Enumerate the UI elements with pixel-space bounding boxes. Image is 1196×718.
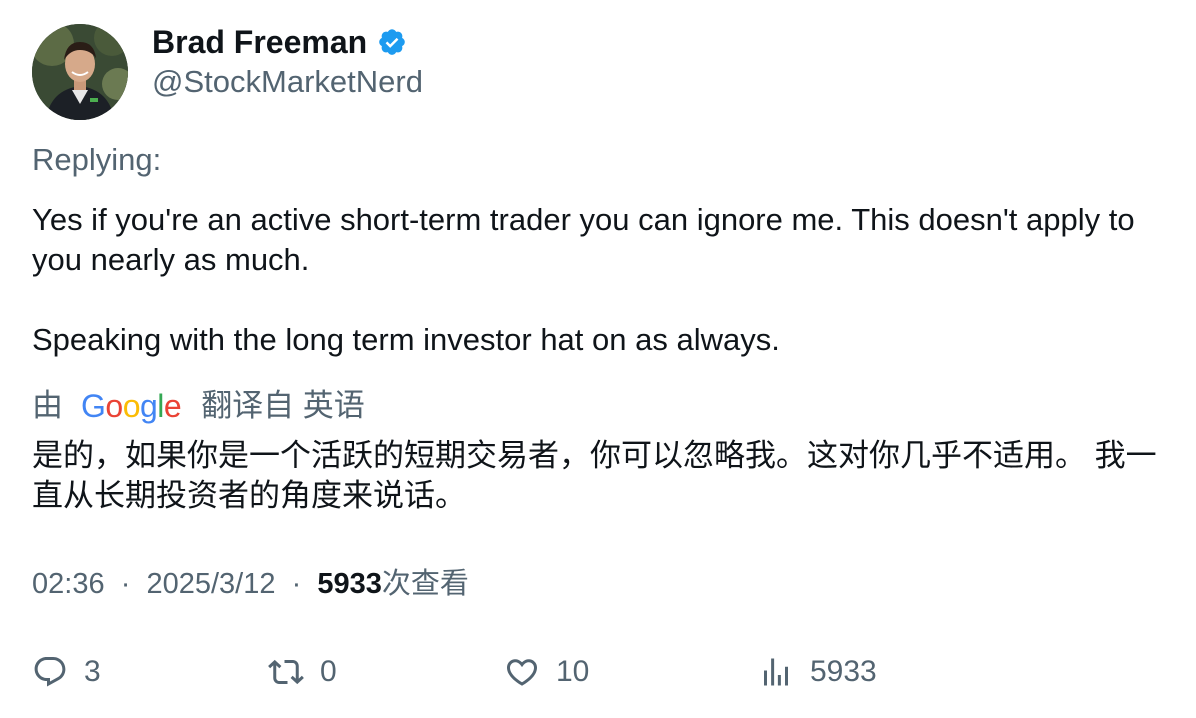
avatar-image: [32, 24, 128, 120]
replying-label: Replying:: [32, 142, 162, 177]
tweet-paragraph: Yes if you're an active short-term trade…: [32, 202, 1135, 277]
author-handle[interactable]: @StockMarketNerd: [152, 64, 423, 100]
tweet-paragraph: Speaking with the long term investor hat…: [32, 322, 780, 357]
analytics-icon: [758, 654, 794, 690]
like-count: 10: [556, 655, 590, 688]
retweet-icon: [268, 654, 304, 690]
google-logo-icon[interactable]: Google: [81, 386, 182, 426]
heart-icon: [504, 654, 540, 690]
tweet-header: Brad Freeman @StockMarketNerd: [32, 24, 423, 120]
retweet-count: 0: [320, 655, 337, 688]
translation-suffix: 翻译自 英语: [201, 388, 365, 423]
retweet-button[interactable]: 0: [268, 650, 337, 694]
avatar[interactable]: [32, 24, 128, 120]
meta-separator: ·: [112, 568, 139, 600]
reply-count: 3: [84, 655, 101, 688]
like-button[interactable]: 10: [504, 650, 589, 694]
reply-icon: [32, 654, 68, 690]
views-count: 5933: [317, 568, 382, 600]
tweet-time[interactable]: 02:36: [32, 568, 105, 600]
meta-separator: ·: [283, 568, 310, 600]
views-count-action: 5933: [810, 655, 877, 688]
verified-badge-icon: [377, 27, 407, 57]
views-button[interactable]: 5933: [758, 650, 877, 694]
tweet-meta: 02:36 · 2025/3/12 · 5933次查看: [32, 564, 469, 604]
reply-button[interactable]: 3: [32, 650, 101, 694]
views-label: 次查看: [381, 568, 469, 600]
translated-text: 是的，如果你是一个活跃的短期交易者，你可以忽略我。这对你几乎不适用。 我一直从长…: [32, 438, 1157, 513]
action-bar: 3 0 10 5933: [32, 650, 1172, 694]
tweet-date[interactable]: 2025/3/12: [146, 568, 275, 600]
tweet-text: Yes if you're an active short-term trade…: [32, 200, 1172, 360]
translation-prefix: 由: [32, 388, 63, 423]
translation-attribution: 由 Google 翻译自 英语: [32, 386, 365, 426]
author-display-name[interactable]: Brad Freeman: [152, 24, 367, 60]
